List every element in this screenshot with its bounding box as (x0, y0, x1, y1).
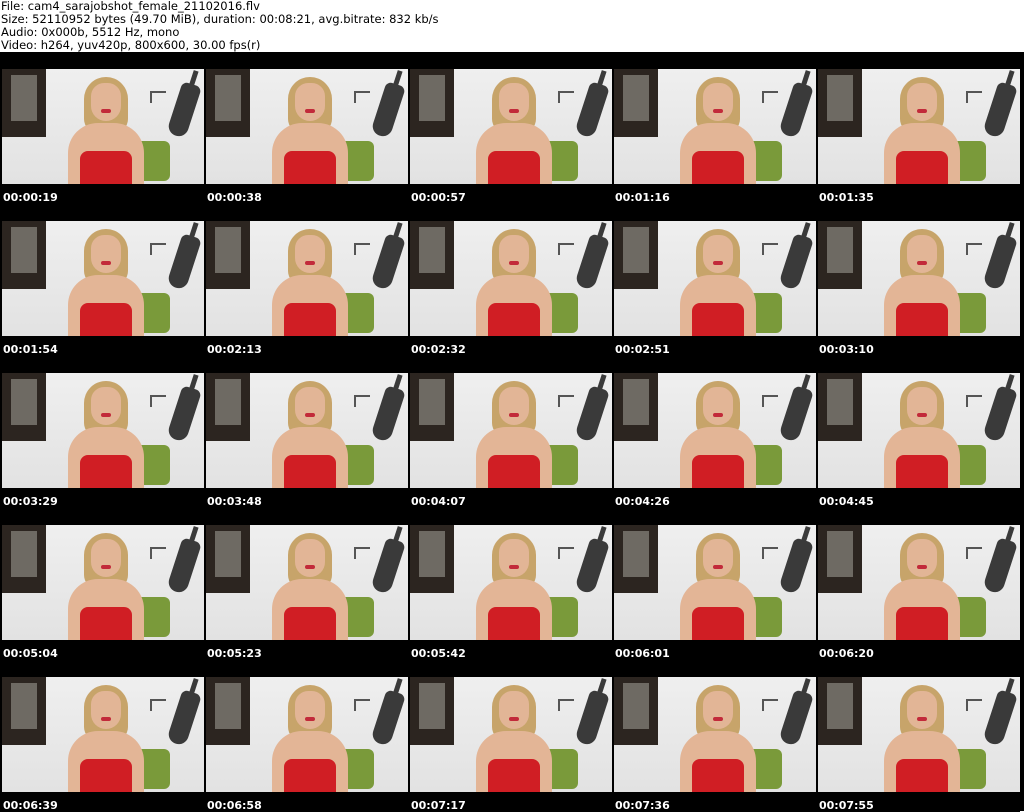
video-frame-thumbnail (410, 221, 612, 336)
thumbnail-timestamp: 00:06:39 (3, 799, 58, 812)
video-frame-thumbnail (614, 525, 816, 640)
thumbnail-cell: 00:00:38 (204, 52, 408, 204)
thumbnail-timestamp: 00:05:04 (3, 647, 58, 660)
thumbnail-timestamp: 00:04:26 (615, 495, 670, 508)
video-frame-thumbnail (206, 69, 408, 184)
thumbnail-timestamp: 00:02:51 (615, 343, 670, 356)
thumbnail-timestamp: 00:00:19 (3, 191, 58, 204)
video-frame-thumbnail (614, 373, 816, 488)
thumbnail-cell: 00:06:58 (204, 660, 408, 812)
thumbnail-timestamp: 00:06:58 (207, 799, 262, 812)
video-frame-thumbnail (206, 525, 408, 640)
video-frame-thumbnail (818, 69, 1020, 184)
thumbnail-cell: 00:04:45 (816, 356, 1020, 508)
thumbnail-timestamp: 00:04:45 (819, 495, 874, 508)
thumbnail-cell: 00:06:01 (612, 508, 816, 660)
thumbnail-timestamp: 00:07:17 (411, 799, 466, 812)
video-frame-thumbnail (2, 373, 204, 488)
thumbnail-timestamp: 00:05:42 (411, 647, 466, 660)
thumbnail-timestamp: 00:00:57 (411, 191, 466, 204)
thumbnail-timestamp: 00:01:54 (3, 343, 58, 356)
video-frame-thumbnail (818, 221, 1020, 336)
video-frame-thumbnail (410, 373, 612, 488)
thumbnail-timestamp: 00:07:36 (615, 799, 670, 812)
thumbnail-cell: 00:05:42 (408, 508, 612, 660)
thumbnail-cell: 00:06:39 (0, 660, 204, 812)
thumbnail-grid: 00:00:19 00:00:38 00:00:57 00:01:16 00:01:35… (0, 52, 1024, 812)
thumbnail-cell: 00:01:16 (612, 52, 816, 204)
thumbnail-cell: 00:06:20 (816, 508, 1020, 660)
thumbnail-timestamp: 00:03:29 (3, 495, 58, 508)
video-frame-thumbnail (614, 221, 816, 336)
video-frame-thumbnail (410, 677, 612, 792)
video-frame-thumbnail (818, 677, 1020, 792)
thumbnail-cell: 00:05:04 (0, 508, 204, 660)
thumbnail-cell: 00:00:57 (408, 52, 612, 204)
thumbnail-timestamp: 00:07:55 (819, 799, 874, 812)
thumbnail-cell: 00:00:19 (0, 52, 204, 204)
thumbnail-cell: 00:05:23 (204, 508, 408, 660)
video-frame-thumbnail (2, 525, 204, 640)
thumbnail-cell: 00:03:10 (816, 204, 1020, 356)
thumbnail-cell: 00:07:17 (408, 660, 612, 812)
thumbnail-timestamp: 00:02:32 (411, 343, 466, 356)
video-frame-thumbnail (818, 525, 1020, 640)
video-frame-thumbnail (206, 677, 408, 792)
video-frame-thumbnail (818, 373, 1020, 488)
thumbnail-cell: 00:07:36 (612, 660, 816, 812)
video-frame-thumbnail (206, 221, 408, 336)
thumbnail-timestamp: 00:05:23 (207, 647, 262, 660)
video-frame-thumbnail (410, 69, 612, 184)
video-frame-thumbnail (2, 69, 204, 184)
thumbnail-timestamp: 00:01:16 (615, 191, 670, 204)
thumbnail-timestamp: 00:00:38 (207, 191, 262, 204)
video-frame-thumbnail (206, 373, 408, 488)
video-frame-thumbnail (614, 69, 816, 184)
thumbnail-timestamp: 00:03:10 (819, 343, 874, 356)
thumbnail-timestamp: 00:06:20 (819, 647, 874, 660)
video-frame-thumbnail (410, 525, 612, 640)
thumbnail-timestamp: 00:02:13 (207, 343, 262, 356)
thumbnail-timestamp: 00:03:48 (207, 495, 262, 508)
thumbnail-cell: 00:02:51 (612, 204, 816, 356)
thumbnail-cell: 00:02:13 (204, 204, 408, 356)
thumbnail-timestamp: 00:06:01 (615, 647, 670, 660)
video-info-line: Video: h264, yuv420p, 800x600, 30.00 fps… (1, 38, 261, 52)
video-frame-thumbnail (614, 677, 816, 792)
thumbnail-cell: 00:04:07 (408, 356, 612, 508)
thumbnail-cell: 00:01:54 (0, 204, 204, 356)
thumbnail-cell: 00:04:26 (612, 356, 816, 508)
thumbnail-timestamp: 00:01:35 (819, 191, 874, 204)
thumbnail-cell: 00:03:48 (204, 356, 408, 508)
thumbnail-cell: 00:03:29 (0, 356, 204, 508)
thumbnail-cell: 00:02:32 (408, 204, 612, 356)
video-frame-thumbnail (2, 677, 204, 792)
thumbnail-cell: 00:01:35 (816, 52, 1020, 204)
file-info-header: File: cam4_sarajobshot_female_21102016.f… (0, 0, 1024, 52)
thumbnail-timestamp: 00:04:07 (411, 495, 466, 508)
video-frame-thumbnail (2, 221, 204, 336)
thumbnail-cell: 00:07:55 (816, 660, 1020, 812)
